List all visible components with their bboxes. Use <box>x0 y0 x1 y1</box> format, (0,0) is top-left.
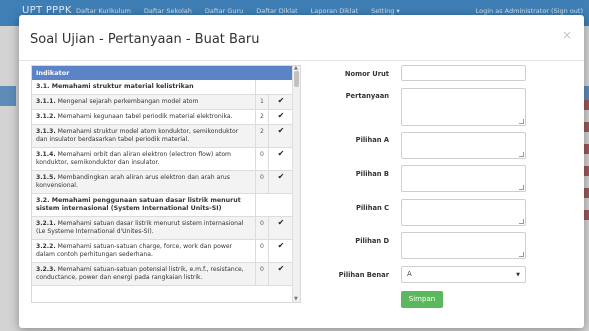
table-row[interactable]: 3.1.2. Memahami kegunaan tabel periodik … <box>32 110 293 125</box>
table-row-section: 3.1. Memahami struktur material kelistri… <box>32 80 293 95</box>
modal-title: Soal Ujian - Pertanyaan - Buat Baru <box>30 32 260 47</box>
save-button[interactable]: Simpan <box>401 291 443 308</box>
nomor-urut-input[interactable] <box>401 65 526 81</box>
question-count: 0 <box>256 148 269 170</box>
question-count: 2 <box>256 110 269 124</box>
label-pilihan-b: Pilihan B <box>355 170 389 178</box>
label-pilihan-a: Pilihan A <box>355 136 389 144</box>
nav-item-setting[interactable]: Setting ▾ <box>371 7 400 15</box>
label-pilihan-benar: Pilihan Benar <box>338 271 389 279</box>
table-row[interactable]: 3.2.2. Memahami satuan-satuan charge, fo… <box>32 240 293 263</box>
modal-header: Soal Ujian - Pertanyaan - Buat Baru × <box>19 15 584 61</box>
nav-item-laporan[interactable]: Laporan Diklat <box>311 7 358 15</box>
table-scrollbar[interactable]: ▲ ▼ <box>292 66 300 302</box>
table-row[interactable]: 3.1.5. Membandingkan arah aliran arus el… <box>32 171 293 194</box>
nav-menu: Daftar Kurikulum Daftar Sekolah Daftar G… <box>76 7 400 15</box>
nav-item-guru[interactable]: Daftar Guru <box>205 7 243 15</box>
table-row[interactable]: 3.2.1. Memahami satuan dasar listrik men… <box>32 217 293 240</box>
pertanyaan-textarea[interactable] <box>401 88 526 126</box>
table-row-section: 3.2. Memahami penggunaan satuan dasar li… <box>32 194 293 217</box>
indikator-table: Indikator 3.1. Memahami struktur materia… <box>31 65 301 303</box>
question-count: 0 <box>256 217 269 239</box>
nav-item-sekolah[interactable]: Daftar Sekolah <box>144 7 192 15</box>
checkmark-icon[interactable]: ✔ <box>269 95 293 109</box>
pilihan-b-textarea[interactable] <box>401 165 526 192</box>
question-count: 0 <box>256 171 269 193</box>
table-row[interactable]: 3.1.3. Memahami struktur model atom kond… <box>32 125 293 148</box>
pilihan-c-textarea[interactable] <box>401 199 526 226</box>
indikator-table-body: Indikator 3.1. Memahami struktur materia… <box>32 66 293 302</box>
question-count: 1 <box>256 95 269 109</box>
pilihan-benar-select[interactable]: A ▼ <box>401 266 526 283</box>
label-pilihan-c: Pilihan C <box>355 204 389 212</box>
checkmark-icon[interactable]: ✔ <box>269 263 293 285</box>
checkmark-icon[interactable]: ✔ <box>269 217 293 239</box>
login-status[interactable]: Login as Administrator (Sign out) <box>476 7 583 15</box>
checkmark-icon[interactable]: ✔ <box>269 240 293 262</box>
question-count: 2 <box>256 125 269 147</box>
pilihan-benar-value: A <box>407 270 412 278</box>
label-pertanyaan: Pertanyaan <box>345 92 389 100</box>
close-icon[interactable]: × <box>562 28 572 42</box>
label-pilihan-d: Pilihan D <box>355 237 389 245</box>
table-header: Indikator <box>32 66 293 80</box>
background-strip-left <box>0 86 16 106</box>
question-count: 0 <box>256 263 269 285</box>
pilihan-a-textarea[interactable] <box>401 132 526 159</box>
scroll-down-icon[interactable]: ▼ <box>294 296 298 302</box>
checkmark-icon[interactable]: ✔ <box>269 110 293 124</box>
nav-item-diklat[interactable]: Daftar Diklat <box>256 7 297 15</box>
table-row[interactable]: 3.1.1. Mengenal sejarah perkembangan mod… <box>32 95 293 110</box>
checkmark-icon[interactable]: ✔ <box>269 125 293 147</box>
checkmark-icon[interactable]: ✔ <box>269 171 293 193</box>
table-row[interactable]: 3.1.4. Memahami orbit dan aliran elektro… <box>32 148 293 171</box>
question-count: 0 <box>256 240 269 262</box>
pilihan-d-textarea[interactable] <box>401 232 526 259</box>
create-question-modal: Soal Ujian - Pertanyaan - Buat Baru × In… <box>19 15 584 328</box>
label-nomor-urut: Nomor Urut <box>344 70 389 78</box>
checkmark-icon[interactable]: ✔ <box>269 148 293 170</box>
scrollbar-thumb[interactable] <box>294 71 299 87</box>
nav-item-kurikulum[interactable]: Daftar Kurikulum <box>76 7 131 15</box>
table-row[interactable]: 3.2.3. Memahami satuan-satuan potensial … <box>32 263 293 286</box>
chevron-down-icon: ▼ <box>516 272 520 278</box>
